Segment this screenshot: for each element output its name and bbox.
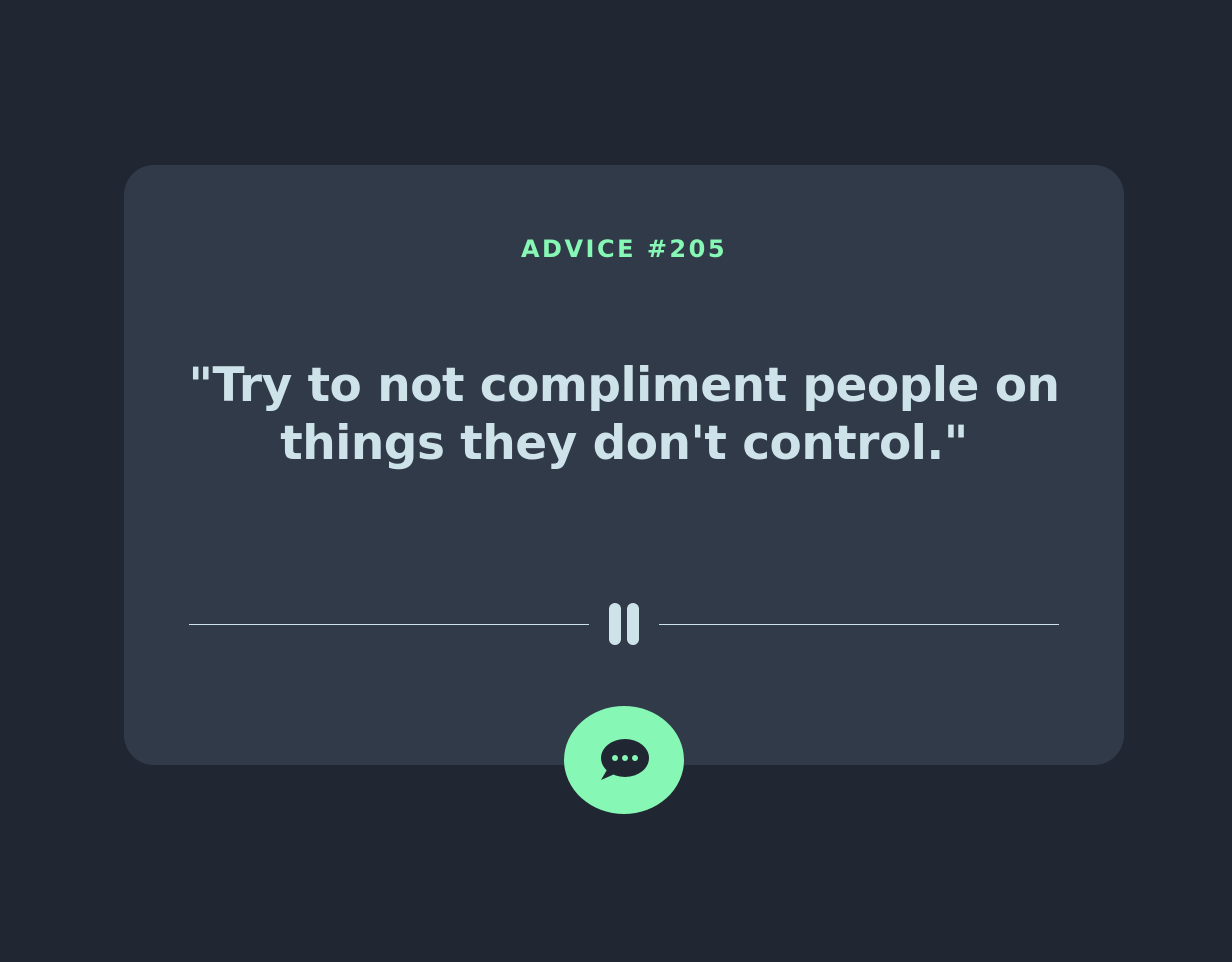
- advice-card: ADVICE #205 "Try to not compliment peopl…: [124, 165, 1124, 765]
- divider: [189, 601, 1059, 647]
- pause-icon: [608, 603, 640, 645]
- page: ADVICE #205 "Try to not compliment peopl…: [0, 0, 1232, 962]
- chat-bubble-icon: [601, 739, 649, 780]
- pause-bar-left: [609, 603, 621, 645]
- advice-quote: "Try to not compliment people on things …: [188, 358, 1060, 471]
- new-advice-button[interactable]: [564, 706, 684, 814]
- pause-bar-right: [627, 603, 639, 645]
- divider-line-left: [189, 623, 589, 625]
- advice-id: ADVICE #205: [520, 235, 728, 263]
- divider-line-right: [659, 623, 1059, 625]
